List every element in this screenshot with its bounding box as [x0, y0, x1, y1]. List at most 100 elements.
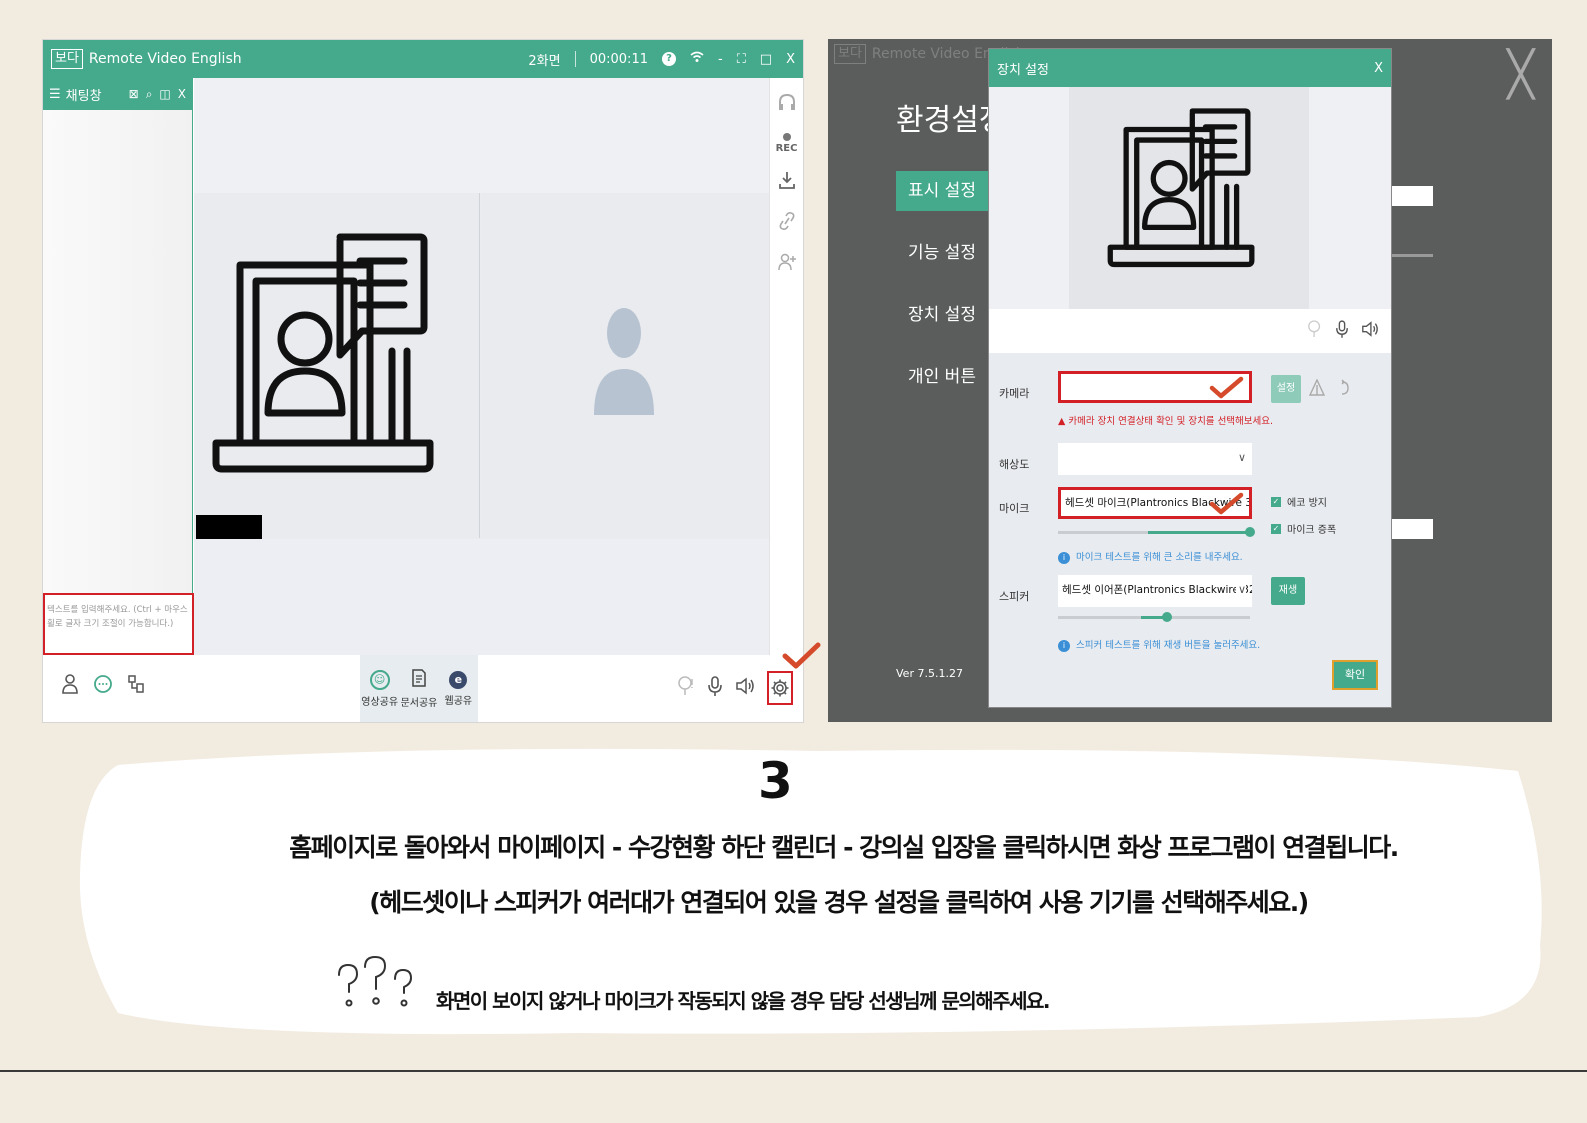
video-tile-teacher: [194, 193, 480, 538]
title-divider: [574, 51, 576, 67]
maximize-button[interactable]: □: [760, 52, 772, 67]
chevron-down-icon: ∨: [1235, 575, 1246, 605]
chat-title: 채팅창: [65, 88, 102, 104]
hand-raise-icon[interactable]: [677, 675, 695, 702]
bottom-toolbar: ☺ 영상공유 문서공유 e 웹공유: [43, 655, 803, 722]
right-toolbar: REC: [769, 78, 803, 655]
speaker-info: i 스피커 테스트를 위해 재생 버튼을 눌러주세요.: [1058, 637, 1260, 652]
dialog-title: 장치 설정: [997, 62, 1049, 78]
camera-settings-button[interactable]: 설정: [1271, 375, 1301, 403]
minimize-button[interactable]: -: [718, 52, 723, 67]
background-slider: [1388, 254, 1433, 257]
menu-device-settings[interactable]: 장치 설정: [896, 295, 996, 335]
mic-select[interactable]: 헤드셋 마이크(Plantronics Blackwire 3: [1058, 487, 1252, 519]
participants-icon[interactable]: [61, 673, 79, 700]
chat-panel: ☰ 채팅창 ⊠ ⌕ ◫ X: [43, 78, 193, 655]
warning-icon: ▲: [1058, 416, 1066, 427]
speaker-select[interactable]: 헤드셋 이어폰(Plantronics Blackwire 3220 S ∨: [1058, 575, 1252, 607]
resolution-label: 해상도: [999, 458, 1030, 471]
rotate-icon[interactable]: [1335, 379, 1349, 401]
checkbox-checked-icon: ✓: [1271, 496, 1281, 507]
mic-boost-checkbox[interactable]: ✓ 마이크 증폭: [1271, 521, 1336, 536]
mic-info: i 마이크 테스트를 위해 큰 소리를 내주세요.: [1058, 549, 1243, 564]
chat-search-icon[interactable]: ⌕: [146, 87, 153, 102]
mic-info-text: 마이크 테스트를 위해 큰 소리를 내주세요.: [1076, 552, 1243, 563]
browser-icon: e: [449, 670, 468, 689]
instruction-line-2: (헤드셋이나 스피커가 여러대가 연결되어 있을 경우 설정을 클릭하여 사용 …: [369, 888, 1309, 917]
info-icon: i: [1058, 640, 1070, 652]
speaker-volume-knob[interactable]: [1162, 612, 1173, 622]
red-checkmark-icon: [782, 642, 821, 669]
mic-boost-label: 마이크 증폭: [1287, 525, 1337, 536]
background-field: [1388, 186, 1433, 206]
headset-icon[interactable]: [777, 92, 797, 117]
speaker-level-meter: [1058, 612, 1250, 622]
camera-label: 카메라: [999, 387, 1030, 400]
chat-popout-icon[interactable]: ◫: [159, 87, 170, 102]
menu-display-settings[interactable]: 표시 설정: [896, 171, 996, 211]
doc-share-button[interactable]: 문서공유: [399, 655, 438, 722]
device-form: 카메라 설정 ▲ 카메라 장치 연결상태 확인 및 장치를 선택해보세요. 해상…: [989, 353, 1391, 707]
background-select: [1388, 519, 1433, 539]
camera-select[interactable]: [1058, 371, 1252, 403]
layout-icon[interactable]: [127, 673, 145, 700]
speaker-info-text: 스피커 테스트를 위해 재생 버튼을 눌러주세요.: [1076, 640, 1261, 651]
video-share-button[interactable]: ☺ 영상공유: [360, 655, 399, 722]
echo-cancel-checkbox[interactable]: ✓ 에코 방지: [1271, 494, 1327, 509]
close-button[interactable]: X: [786, 52, 795, 67]
settings-button[interactable]: [767, 671, 793, 705]
app-logo-dimmed: 보다: [834, 44, 866, 64]
video-share-label: 영상공유: [361, 696, 399, 708]
record-icon: [782, 133, 791, 141]
doc-share-label: 문서공유: [400, 698, 438, 709]
screen-count-button[interactable]: 2화면: [528, 50, 560, 69]
speaker-play-button[interactable]: 재생: [1271, 577, 1305, 605]
chat-input[interactable]: 텍스트를 입력해주세요. (Ctrl + 마우스 휠로 글자 크기 조절이 가능…: [43, 593, 194, 655]
share-group: ☺ 영상공유 문서공유 e 웹공유: [360, 655, 478, 722]
camera-preview: [989, 87, 1391, 309]
mirror-icon[interactable]: [1308, 378, 1326, 401]
chat-close-icon[interactable]: X: [178, 87, 186, 102]
smile-icon: ☺: [369, 669, 390, 690]
confirm-button[interactable]: 확인: [1332, 660, 1378, 690]
dialog-close-button[interactable]: X: [1374, 61, 1383, 76]
mic-level-meter: [1058, 527, 1255, 537]
resolution-select[interactable]: ∨: [1058, 443, 1252, 475]
online-lesson-icon: [1107, 108, 1255, 268]
chat-header: ☰ 채팅창 ⊠ ⌕ ◫ X: [43, 78, 192, 110]
red-checkmark-icon: [1209, 376, 1244, 399]
red-checkmark-icon: [1209, 492, 1244, 515]
download-icon[interactable]: [778, 170, 796, 195]
record-label: REC: [775, 143, 798, 154]
microphone-icon[interactable]: [1335, 319, 1349, 344]
info-icon: i: [1058, 552, 1070, 564]
speaker-icon[interactable]: [1361, 319, 1379, 344]
mic-volume-knob[interactable]: [1245, 527, 1255, 537]
hand-raise-icon[interactable]: [1307, 319, 1323, 344]
app-title: Remote Video English: [88, 51, 242, 67]
overlay-close-icon[interactable]: ╳: [1508, 49, 1535, 100]
app-logo: 보다: [51, 49, 83, 69]
mic-level-fill: [1148, 531, 1250, 534]
web-share-button[interactable]: e 웹공유: [439, 655, 478, 722]
link-icon[interactable]: [778, 211, 796, 236]
menu-personal-buttons[interactable]: 개인 버튼: [896, 357, 996, 397]
chat-icon[interactable]: [93, 673, 113, 700]
chevron-down-icon: ∨: [1237, 451, 1246, 464]
video-stage-bottom: [194, 539, 769, 655]
chat-image-icon[interactable]: ⊠: [129, 87, 139, 102]
settings-menu: 표시 설정 기능 설정 장치 설정 개인 버튼: [896, 171, 996, 419]
session-timer: 00:00:11: [589, 51, 648, 67]
menu-icon[interactable]: ☰: [49, 87, 61, 102]
document-icon: [410, 668, 428, 691]
fullscreen-button[interactable]: ⛶: [737, 52, 746, 67]
menu-function-settings[interactable]: 기능 설정: [896, 233, 996, 273]
help-icon[interactable]: ?: [661, 52, 676, 66]
microphone-icon[interactable]: [707, 675, 723, 702]
mic-label: 마이크: [999, 502, 1030, 515]
speaker-icon[interactable]: [735, 675, 755, 702]
add-user-icon[interactable]: [777, 252, 797, 277]
record-button[interactable]: REC: [775, 133, 798, 154]
camera-warning-text: 카메라 장치 연결상태 확인 및 장치를 선택해보세요.: [1068, 416, 1274, 427]
online-lesson-icon: [212, 233, 434, 473]
